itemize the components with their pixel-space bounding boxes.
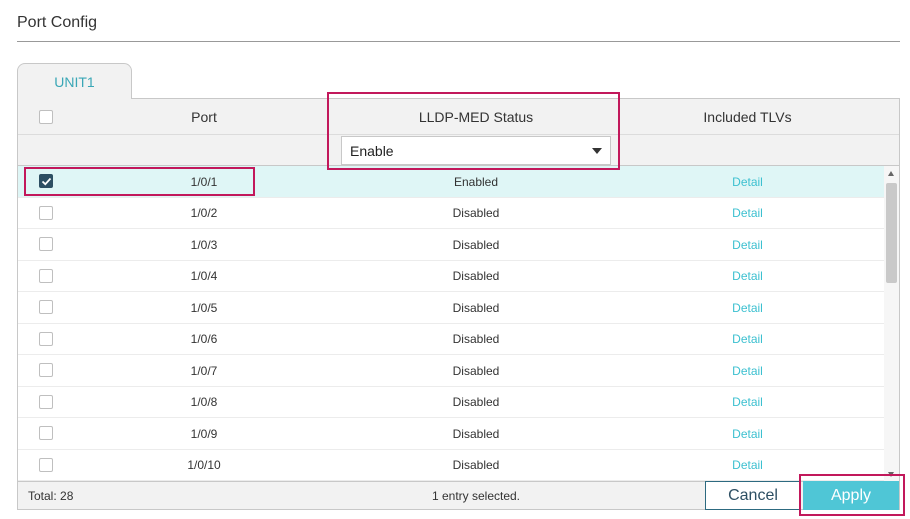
cell-status: Disabled (452, 395, 500, 409)
cancel-button[interactable]: Cancel (705, 481, 801, 510)
table-row[interactable]: 1/0/8 Disabled Detail (18, 387, 884, 418)
cell-status: Disabled (452, 458, 500, 472)
cell-port: 1/0/7 (190, 363, 218, 378)
chevron-down-icon (592, 148, 602, 154)
detail-link[interactable]: Detail (611, 198, 884, 229)
cell-status: Disabled (452, 332, 500, 346)
row-checkbox[interactable] (39, 268, 53, 283)
title-divider (17, 41, 900, 42)
row-checkbox[interactable] (39, 426, 53, 440)
detail-link[interactable]: Detail (611, 324, 884, 355)
row-checkbox[interactable] (39, 331, 53, 346)
table-body: 1/0/1 Enabled Detail 1/0/2 Disabled Deta… (18, 166, 884, 481)
cell-port: 1/0/9 (190, 426, 218, 441)
header-port[interactable]: Port (98, 99, 310, 135)
cell-status: Disabled (452, 363, 500, 378)
cell-port: 1/0/8 (190, 395, 218, 409)
table-row[interactable]: 1/0/9 Disabled Detail (18, 418, 884, 450)
table-row[interactable]: 1/0/10 Disabled Detail (18, 450, 884, 481)
row-checkbox[interactable] (39, 394, 53, 409)
detail-link[interactable]: Detail (611, 166, 884, 197)
cell-port: 1/0/10 (187, 458, 221, 472)
cell-port: 1/0/2 (190, 206, 218, 220)
table-header: Port LLDP-MED Status Included TLVs (18, 99, 899, 135)
detail-link[interactable]: Detail (611, 261, 884, 292)
table-row[interactable]: 1/0/2 Disabled Detail (18, 198, 884, 229)
cell-status: Disabled (452, 269, 500, 283)
cell-status: Enabled (453, 174, 499, 189)
cell-status: Disabled (452, 300, 500, 315)
row-checkbox[interactable] (39, 457, 53, 472)
row-checkbox[interactable] (39, 300, 53, 314)
total-count: Total: 28 (28, 489, 74, 503)
row-checkbox[interactable] (39, 205, 53, 220)
table-row[interactable]: 1/0/4 Disabled Detail (18, 261, 884, 292)
check-icon (41, 177, 52, 186)
header-lldp-med-status[interactable]: LLDP-MED Status (341, 99, 611, 135)
table-row[interactable]: 1/0/3 Disabled Detail (18, 229, 884, 261)
row-checkbox[interactable] (39, 363, 53, 377)
cell-port: 1/0/3 (190, 237, 218, 252)
cell-status: Disabled (452, 206, 500, 220)
select-all-checkbox[interactable] (39, 110, 53, 124)
table-row[interactable]: 1/0/5 Disabled Detail (18, 292, 884, 324)
cell-status: Disabled (452, 237, 500, 252)
scrollbar-thumb[interactable] (886, 183, 897, 283)
detail-link[interactable]: Detail (611, 229, 884, 260)
detail-link[interactable]: Detail (611, 450, 884, 481)
scroll-up-arrow-icon[interactable] (888, 171, 894, 176)
cell-port: 1/0/4 (190, 269, 218, 283)
cell-port: 1/0/6 (190, 332, 218, 346)
table-row[interactable]: 1/0/1 Enabled Detail (18, 166, 884, 198)
tab-unit1[interactable]: UNIT1 (17, 63, 132, 99)
port-config-table: Port LLDP-MED Status Included TLVs Enabl… (17, 98, 900, 510)
cell-port: 1/0/1 (190, 174, 218, 189)
selection-status: 1 entry selected. (431, 489, 521, 503)
apply-button[interactable]: Apply (803, 481, 899, 510)
page-title: Port Config (17, 14, 98, 31)
detail-link[interactable]: Detail (611, 292, 884, 323)
header-included-tlvs[interactable]: Included TLVs (611, 99, 884, 135)
lldp-med-status-select[interactable]: Enable (341, 136, 611, 165)
row-checkbox[interactable] (39, 174, 53, 188)
detail-link[interactable]: Detail (611, 355, 884, 386)
detail-link[interactable]: Detail (611, 387, 884, 418)
detail-link[interactable]: Detail (611, 418, 884, 449)
scroll-down-arrow-icon[interactable] (888, 472, 894, 477)
table-row[interactable]: 1/0/6 Disabled Detail (18, 324, 884, 355)
table-row[interactable]: 1/0/7 Disabled Detail (18, 355, 884, 387)
cell-port: 1/0/5 (190, 300, 218, 315)
cell-status: Disabled (452, 426, 500, 441)
row-checkbox[interactable] (39, 237, 53, 251)
vertical-scrollbar[interactable] (884, 166, 899, 481)
lldp-med-status-select-value: Enable (350, 142, 394, 159)
